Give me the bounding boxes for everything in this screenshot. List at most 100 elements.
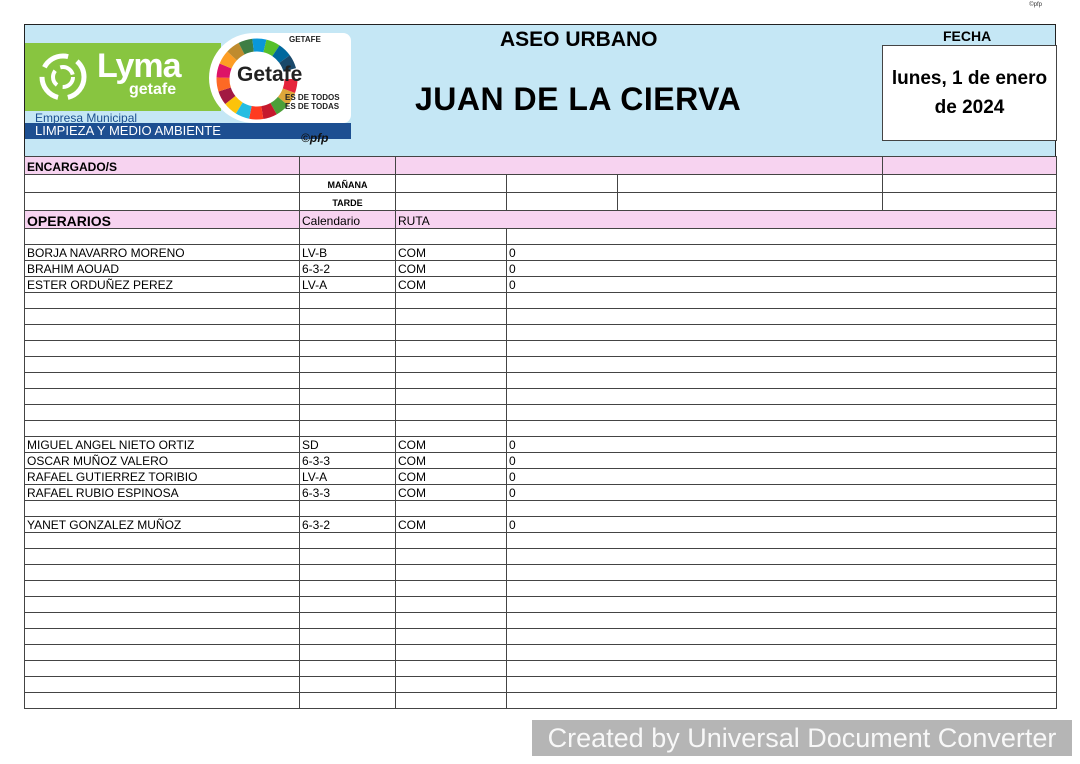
ayuntamiento-label: GETAFE <box>289 35 321 44</box>
operario-value: 0 <box>505 244 1058 261</box>
operario-value <box>505 564 1058 581</box>
operario-value <box>505 404 1058 421</box>
operario-value: 0 <box>505 452 1058 469</box>
es-de-todos-slogan: ES DE TODOS ES DE TODAS <box>285 93 340 111</box>
operario-row <box>24 564 1058 581</box>
operario-calendario <box>299 564 396 581</box>
operario-calendario <box>299 292 396 309</box>
operario-calendario: 6-3-3 <box>299 452 396 469</box>
operario-calendario <box>299 500 396 517</box>
manana-label: MAÑANA <box>299 174 396 193</box>
operario-ruta <box>395 628 507 645</box>
cell <box>506 192 618 211</box>
getafe-logo-text: Getafe <box>237 63 303 86</box>
operario-name <box>24 228 300 245</box>
operario-name <box>24 532 300 549</box>
operario-row <box>24 404 1058 421</box>
operario-row: MIGUEL ANGEL NIETO ORTIZ SD COM 0 <box>24 436 1058 453</box>
operario-ruta: COM <box>395 516 507 533</box>
operario-calendario <box>299 580 396 597</box>
cell <box>394 156 884 175</box>
operario-calendario <box>299 596 396 613</box>
corner-mark: ©pfp <box>1029 2 1042 8</box>
operario-ruta <box>395 532 507 549</box>
operario-row <box>24 628 1058 645</box>
operario-value <box>505 388 1058 405</box>
operario-row <box>24 644 1058 661</box>
operario-ruta <box>395 692 507 709</box>
operario-value <box>505 372 1058 389</box>
operario-name: MIGUEL ANGEL NIETO ORTIZ <box>24 436 300 453</box>
tarde-row: TARDE <box>24 192 1058 211</box>
operario-ruta <box>395 340 507 357</box>
operario-calendario: SD <box>299 436 396 453</box>
operario-ruta <box>395 612 507 629</box>
operario-name <box>24 372 300 389</box>
operario-value: 0 <box>505 516 1058 533</box>
operario-name: BRAHIM AOUAD <box>24 260 300 277</box>
operario-name <box>24 388 300 405</box>
operario-name <box>24 308 300 325</box>
operario-row <box>24 692 1058 709</box>
operario-calendario: 6-3-2 <box>299 516 396 533</box>
operario-ruta <box>395 596 507 613</box>
operario-ruta <box>395 500 507 517</box>
operario-value <box>505 500 1058 517</box>
operario-value: 0 <box>505 436 1058 453</box>
operario-name: YANET GONZALEZ MUÑOZ <box>24 516 300 533</box>
cell <box>882 156 1058 175</box>
operario-calendario <box>299 532 396 549</box>
operario-row <box>24 308 1058 325</box>
tarde-label: TARDE <box>299 192 396 211</box>
cell <box>299 156 396 175</box>
roster-grid: ENCARGADO/S MAÑANA TARDE OPERARIOS Calen… <box>24 156 1058 709</box>
operario-value: 0 <box>505 468 1058 485</box>
calendario-header: Calendario <box>299 210 396 229</box>
operario-calendario <box>299 308 396 325</box>
operario-ruta <box>395 420 507 437</box>
operario-calendario <box>299 660 396 677</box>
operario-value <box>505 644 1058 661</box>
pfp-mark: ©pfp <box>301 131 329 145</box>
operario-name <box>24 292 300 309</box>
operario-row <box>24 548 1058 565</box>
cell <box>506 174 618 193</box>
operario-ruta <box>395 676 507 693</box>
lyma-swirl-icon <box>39 53 87 101</box>
operario-name <box>24 692 300 709</box>
operario-row <box>24 580 1058 597</box>
operario-ruta: COM <box>395 260 507 277</box>
operario-name <box>24 676 300 693</box>
operario-name: RAFAEL GUTIERREZ TORIBIO <box>24 468 300 485</box>
cell <box>616 192 884 211</box>
operario-calendario <box>299 420 396 437</box>
operario-ruta <box>395 404 507 421</box>
operario-ruta: COM <box>395 452 507 469</box>
operario-row: RAFAEL GUTIERREZ TORIBIO LV-A COM 0 <box>24 468 1058 485</box>
cell <box>24 192 300 211</box>
slogan-line-2: ES DE TODAS <box>285 102 340 111</box>
lyma-logo-subtext: getafe <box>129 81 177 98</box>
operario-name <box>24 644 300 661</box>
operario-value <box>505 356 1058 373</box>
operario-ruta <box>395 292 507 309</box>
watermark: Created by Universal Document Converter <box>532 720 1072 756</box>
header-panel: Lyma getafe Getafe GETAFE ES DE TODOS ES… <box>24 24 1057 156</box>
operario-name <box>24 404 300 421</box>
operario-calendario <box>299 356 396 373</box>
operario-row: RAFAEL RUBIO ESPINOSA 6-3-3 COM 0 <box>24 484 1058 501</box>
operario-name <box>24 564 300 581</box>
operario-ruta: COM <box>395 484 507 501</box>
operario-value <box>505 660 1058 677</box>
operario-ruta <box>395 660 507 677</box>
operario-ruta <box>395 324 507 341</box>
operario-calendario <box>299 228 396 245</box>
operario-ruta <box>395 308 507 325</box>
operario-name <box>24 324 300 341</box>
operario-name <box>24 548 300 565</box>
operario-name <box>24 612 300 629</box>
operario-ruta <box>395 228 507 245</box>
operario-value: 0 <box>505 276 1058 293</box>
operario-calendario: 6-3-3 <box>299 484 396 501</box>
operario-ruta <box>395 644 507 661</box>
